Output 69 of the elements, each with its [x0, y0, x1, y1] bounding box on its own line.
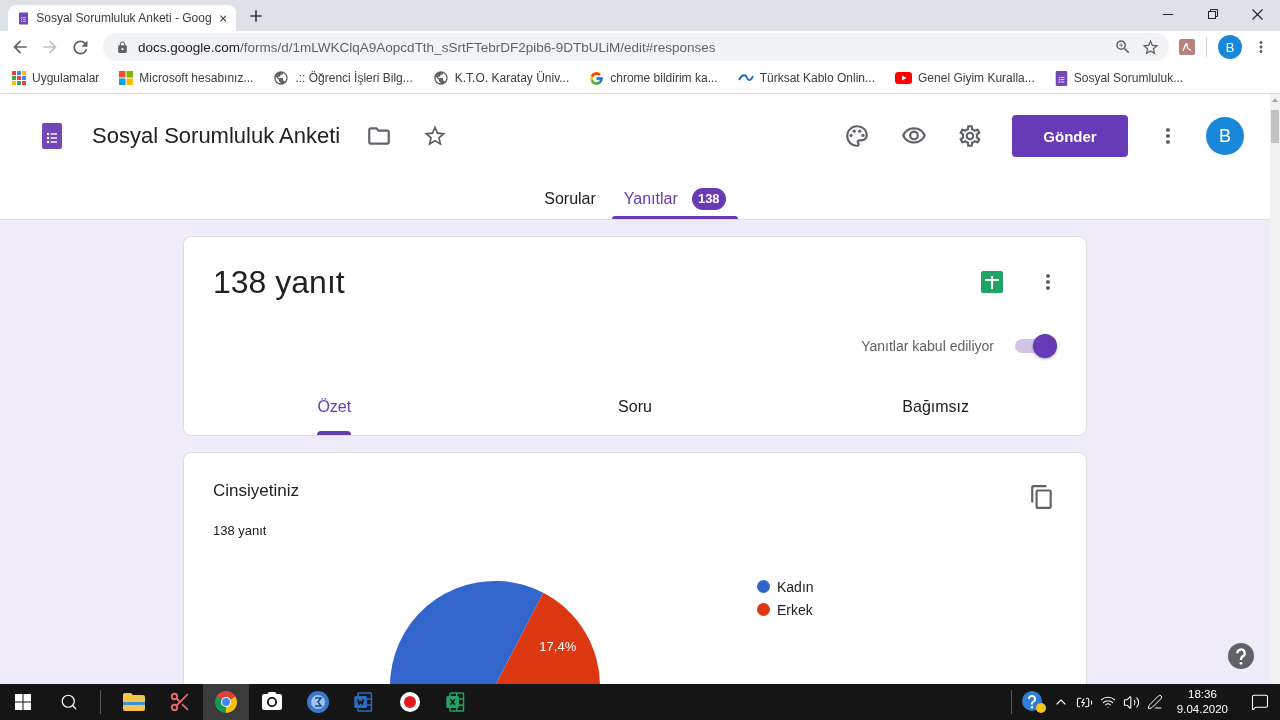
restore-icon[interactable]	[1207, 9, 1218, 19]
help-badge-icon[interactable]	[1021, 691, 1046, 713]
google-g-icon	[589, 70, 605, 86]
bookmark-link[interactable]: Uygulamalar	[4, 65, 108, 91]
lock-icon	[116, 40, 129, 54]
wave-logo-icon	[737, 73, 754, 83]
search-icon[interactable]	[60, 693, 78, 711]
volume-icon[interactable]	[1122, 693, 1140, 711]
folder-icon	[123, 693, 145, 711]
record-icon	[399, 691, 421, 713]
taskbar-button[interactable]	[203, 684, 249, 720]
spreadsheet-icon[interactable]	[981, 271, 1003, 293]
response-count-heading: 138 yanıt	[213, 263, 345, 301]
forms-logo-icon[interactable]	[42, 123, 62, 149]
close-icon[interactable]	[1252, 8, 1263, 20]
clock-date: 9.04.2020	[1176, 702, 1228, 717]
scrollbar-thumb[interactable]	[1271, 110, 1279, 143]
form-tab[interactable]: Yanıtlar 138	[611, 178, 738, 219]
summary-tab[interactable]: Bağımsız	[902, 381, 969, 435]
slice-percent-label: 17,4%	[539, 639, 577, 655]
response-count: 138 yanıt	[213, 523, 268, 539]
bookmark-link[interactable]: Microsoft hesabınız...	[111, 65, 262, 91]
apps-grid-icon	[12, 71, 26, 85]
form-title: Sosyal Sorumluluk Anketi	[92, 123, 341, 149]
form-tab[interactable]: Sorular	[532, 178, 608, 219]
bookmark-link[interactable]: Türksat Kablo Onlin...	[729, 65, 884, 91]
minimize-icon[interactable]	[1162, 13, 1173, 15]
pen-icon[interactable]	[1146, 694, 1163, 710]
scissors-icon	[169, 691, 191, 713]
pdf-extension-icon[interactable]	[1179, 39, 1195, 55]
globe-icon	[273, 70, 290, 86]
accepting-toggle[interactable]	[1013, 334, 1057, 358]
forms-icon	[19, 10, 29, 26]
question-title: Cinsiyetiniz	[213, 480, 299, 502]
accepting-responses-label: Yanıtlar kabul ediliyor	[861, 338, 994, 354]
four-squares-logo-icon	[119, 71, 134, 85]
bookmark-link[interactable]: K.T.O. Karatay Üniv...	[424, 65, 578, 91]
close-tab-icon[interactable]	[219, 13, 226, 23]
bookmark-link[interactable]: Genel Giyim Kuralla...	[887, 65, 1043, 91]
notification-icon[interactable]	[1251, 693, 1269, 711]
browser-logo-icon	[215, 691, 237, 713]
summary-tab[interactable]: Özet	[317, 381, 352, 435]
globe-icon	[432, 70, 449, 86]
forms-icon	[1054, 70, 1068, 86]
account-avatar[interactable]: B	[1206, 117, 1244, 155]
help-icon[interactable]	[1228, 643, 1254, 669]
round-app-icon	[307, 691, 329, 713]
legend-label: Kadın	[777, 578, 814, 595]
bookmark-link[interactable]: .:: Öğrenci İşleri Bilg...	[265, 65, 421, 91]
settings-icon[interactable]	[957, 123, 983, 149]
profile-avatar[interactable]: B	[1218, 35, 1242, 59]
zoom-icon[interactable]	[1114, 38, 1132, 56]
legend-label: Erkek	[777, 601, 813, 618]
count-badge: 138	[691, 187, 726, 210]
wifi-icon[interactable]	[1099, 694, 1116, 710]
summary-tab[interactable]: Soru	[618, 381, 652, 435]
palette-icon[interactable]	[844, 123, 870, 149]
play-logo-icon	[895, 72, 913, 84]
bookmark-link[interactable]: chrome bildirim ka...	[581, 65, 726, 91]
send-button[interactable]: Gönder	[1012, 115, 1128, 157]
clock-time: 18:36	[1188, 687, 1217, 702]
browser-tab[interactable]: Sosyal Sorumluluk Anketi - Goog	[8, 5, 236, 31]
bookmark-star-icon[interactable]	[1141, 37, 1160, 57]
address-bar[interactable]: docs.google.com/forms/d/1mLWKClqA9AopcdTth_sSrtFTebrDF2pib6-9DTbULiM/edit#responses	[103, 33, 1169, 61]
url-text: docs.google.com/forms/d/1mLWKClqA9AopcdTth_sSrtFTebrDF2pib6-9DTbULiM/edit#responses	[138, 39, 717, 55]
bookmark-link[interactable]: Sosyal Sorumluluk...	[1046, 65, 1192, 91]
copy-icon[interactable]	[1029, 484, 1055, 510]
windows-logo-icon[interactable]	[15, 694, 31, 710]
scrollbar[interactable]	[1270, 94, 1280, 684]
